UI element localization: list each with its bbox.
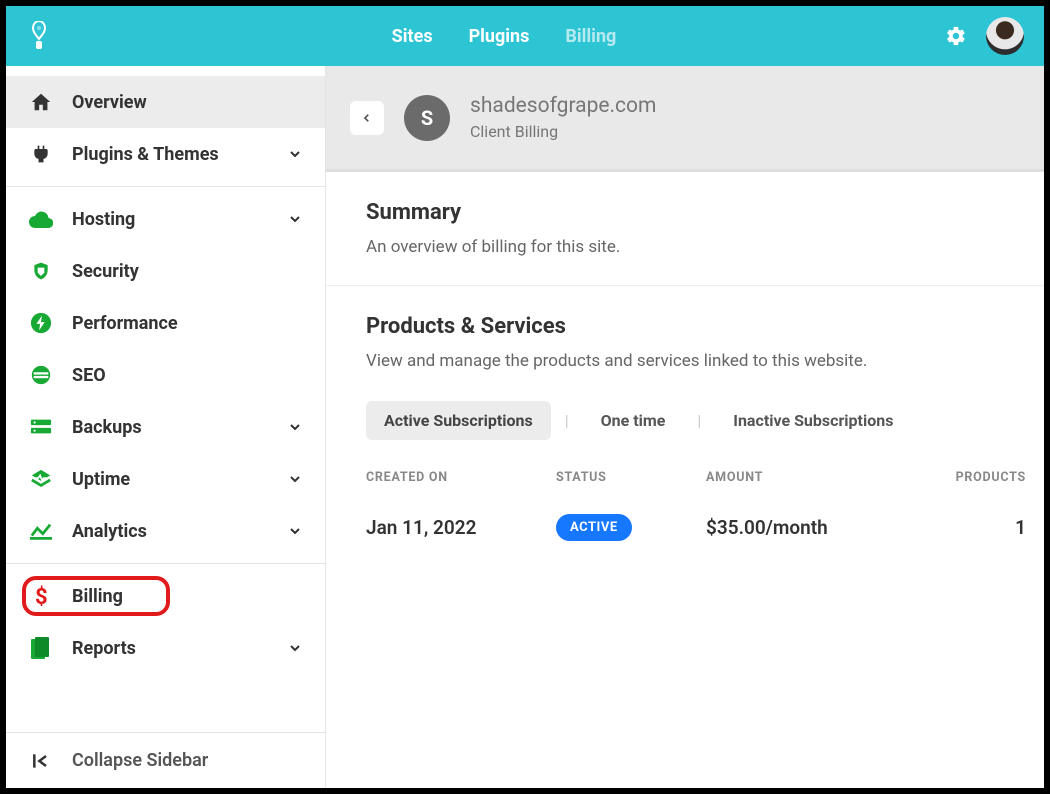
sidebar-item-uptime[interactable]: Uptime	[6, 453, 325, 505]
col-products: PRODUCTS	[906, 470, 1026, 485]
storage-icon	[28, 414, 54, 440]
sidebar-item-label: SEO	[72, 365, 106, 386]
summary-title: Summary	[366, 200, 1004, 225]
nav-tabs: Sites Plugins Billing	[64, 26, 944, 47]
sidebar-item-billing[interactable]: $ Billing	[6, 570, 325, 622]
sidebar-item-backups[interactable]: Backups	[6, 401, 325, 453]
cell-status: ACTIVE	[556, 513, 706, 541]
products-desc: View and manage the products and service…	[366, 351, 1004, 371]
site-avatar: S	[404, 95, 450, 141]
chevron-down-icon	[287, 146, 303, 162]
sidebar-item-label: Billing	[72, 586, 123, 607]
sidebar-item-label: Backups	[72, 417, 142, 438]
sidebar-item-seo[interactable]: SEO	[6, 349, 325, 401]
sidebar-item-label: Security	[72, 261, 139, 282]
sidebar-item-plugins-themes[interactable]: Plugins & Themes	[6, 128, 325, 180]
top-nav: Sites Plugins Billing	[6, 6, 1044, 66]
summary-card: Summary An overview of billing for this …	[326, 172, 1044, 286]
sidebar-item-label: Plugins & Themes	[72, 144, 219, 165]
seo-icon	[28, 362, 54, 388]
svg-text:$: $	[35, 585, 48, 608]
back-button[interactable]	[350, 101, 384, 135]
products-title: Products & Services	[366, 314, 1004, 339]
sidebar-item-label: Collapse Sidebar	[72, 750, 208, 771]
cell-created: Jan 11, 2022	[366, 516, 556, 539]
chevron-down-icon	[287, 419, 303, 435]
home-icon	[28, 89, 54, 115]
col-status: STATUS	[556, 470, 706, 485]
bolt-icon	[28, 310, 54, 336]
col-amount: AMOUNT	[706, 470, 906, 485]
col-created: CREATED ON	[366, 470, 556, 485]
gear-icon[interactable]	[944, 24, 968, 48]
tab-active-subs[interactable]: Active Subscriptions	[366, 401, 551, 440]
sidebar: Overview Plugins & Themes Hosting Securi…	[6, 66, 326, 788]
subscription-tabs: Active Subscriptions | One time | Inacti…	[366, 401, 1004, 440]
cell-amount: $35.00/month	[706, 516, 906, 539]
chevron-down-icon	[287, 523, 303, 539]
plug-icon	[28, 141, 54, 167]
summary-desc: An overview of billing for this site.	[366, 237, 1004, 257]
divider	[6, 186, 325, 187]
sidebar-item-analytics[interactable]: Analytics	[6, 505, 325, 557]
uptime-icon	[28, 466, 54, 492]
products-card: Products & Services View and manage the …	[326, 286, 1044, 587]
logo	[26, 19, 52, 53]
reports-icon	[28, 635, 54, 661]
shield-icon	[28, 258, 54, 284]
chevron-down-icon	[287, 211, 303, 227]
sidebar-item-label: Hosting	[72, 209, 135, 230]
divider	[6, 563, 325, 564]
sidebar-item-overview[interactable]: Overview	[6, 76, 325, 128]
table-row[interactable]: Jan 11, 2022 ACTIVE $35.00/month 1	[366, 495, 1004, 559]
divider: |	[697, 411, 701, 430]
sidebar-item-hosting[interactable]: Hosting	[6, 193, 325, 245]
status-badge: ACTIVE	[556, 514, 632, 541]
cloud-icon	[28, 206, 54, 232]
tab-inactive-subs[interactable]: Inactive Subscriptions	[715, 401, 911, 440]
dollar-icon: $	[28, 583, 54, 609]
sidebar-item-label: Overview	[72, 92, 147, 113]
site-name: shadesofgrape.com	[470, 94, 656, 118]
collapse-icon	[28, 748, 54, 774]
sidebar-item-label: Reports	[72, 638, 136, 659]
table-header: CREATED ON STATUS AMOUNT PRODUCTS	[366, 440, 1004, 495]
sidebar-item-reports[interactable]: Reports	[6, 622, 325, 674]
sidebar-item-label: Uptime	[72, 469, 130, 490]
sidebar-item-collapse[interactable]: Collapse Sidebar	[6, 732, 325, 788]
tab-sites[interactable]: Sites	[392, 26, 433, 47]
tab-one-time[interactable]: One time	[583, 401, 684, 440]
tab-billing-top[interactable]: Billing	[565, 26, 616, 47]
sidebar-item-security[interactable]: Security	[6, 245, 325, 297]
cell-products: 1	[906, 516, 1026, 539]
page-header: S shadesofgrape.com Client Billing	[326, 66, 1044, 169]
divider: |	[565, 411, 569, 430]
sidebar-item-performance[interactable]: Performance	[6, 297, 325, 349]
main: S shadesofgrape.com Client Billing Summa…	[326, 66, 1044, 788]
sidebar-item-label: Analytics	[72, 521, 147, 542]
page-subtitle: Client Billing	[470, 122, 656, 141]
chevron-down-icon	[287, 640, 303, 656]
chevron-down-icon	[287, 471, 303, 487]
chart-icon	[28, 518, 54, 544]
sidebar-item-label: Performance	[72, 313, 178, 334]
avatar[interactable]	[986, 17, 1024, 55]
tab-plugins[interactable]: Plugins	[469, 26, 530, 47]
